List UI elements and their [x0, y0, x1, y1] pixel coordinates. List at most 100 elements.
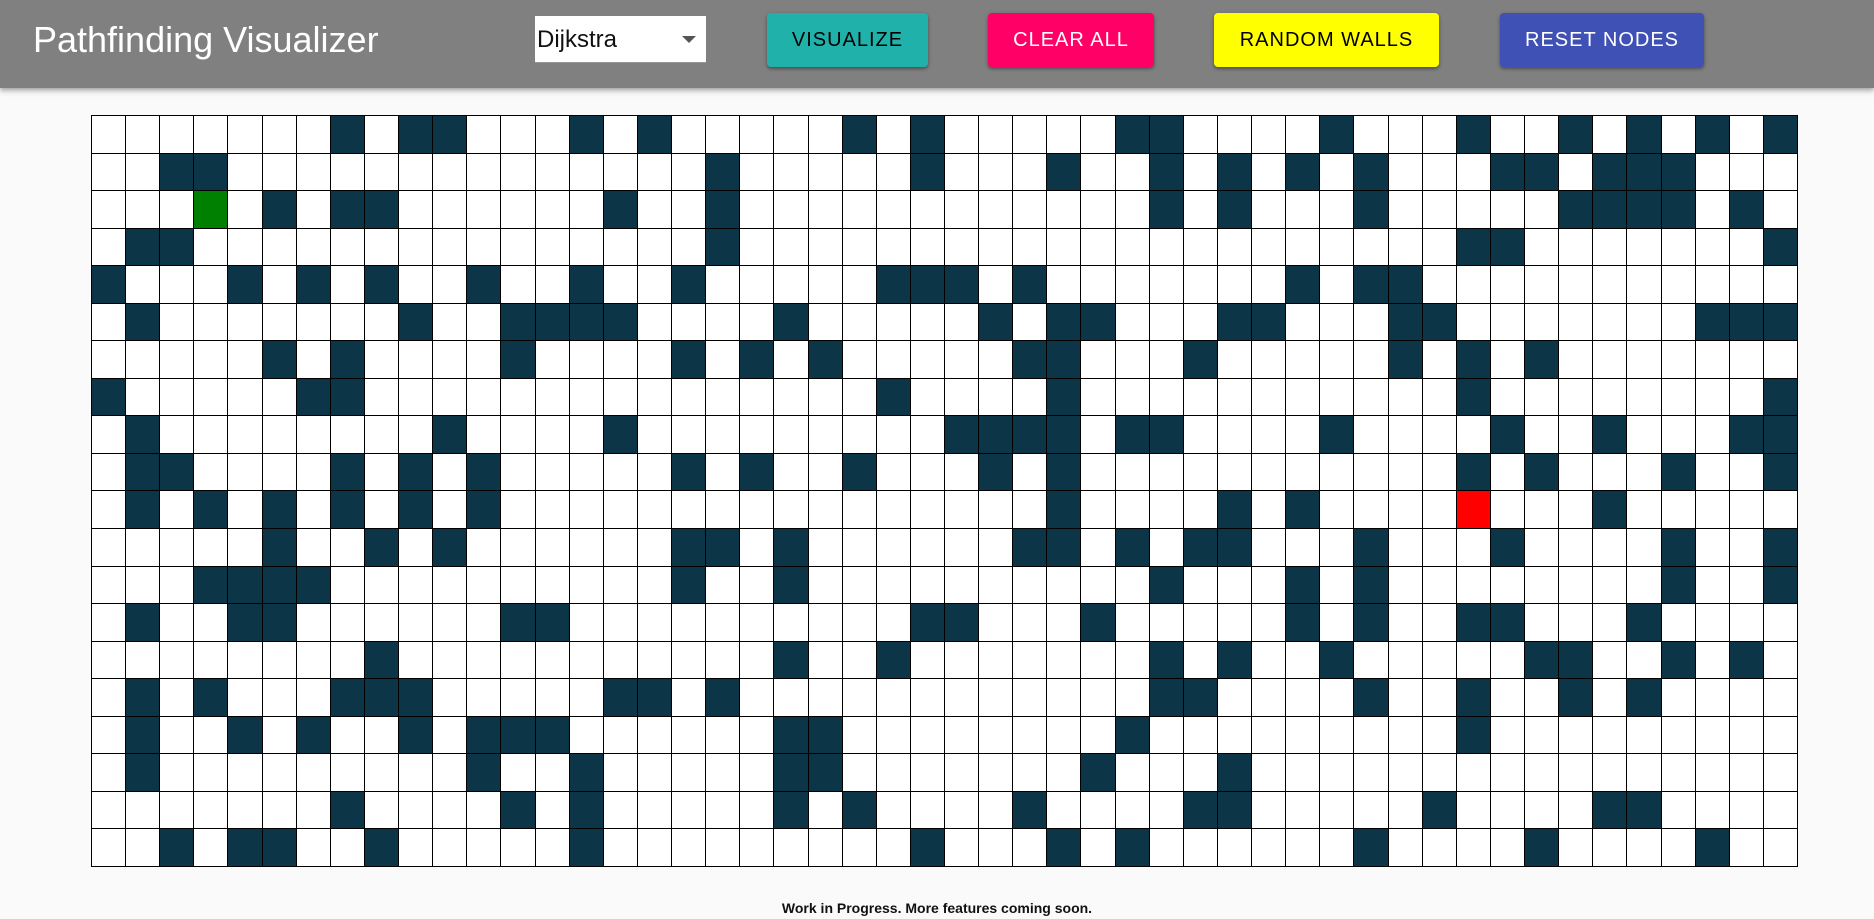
- grid-cell[interactable]: [433, 679, 467, 716]
- wall-cell[interactable]: [467, 716, 501, 754]
- grid-cell[interactable]: [126, 266, 160, 303]
- grid-cell[interactable]: [1252, 566, 1286, 604]
- wall-cell[interactable]: [1149, 566, 1183, 604]
- grid-cell[interactable]: [262, 679, 296, 716]
- grid-cell[interactable]: [1047, 191, 1081, 228]
- grid-cell[interactable]: [740, 228, 774, 266]
- grid-cell[interactable]: [1013, 491, 1047, 529]
- grid-cell[interactable]: [92, 453, 126, 491]
- grid-cell[interactable]: [672, 416, 706, 453]
- grid-cell[interactable]: [1047, 566, 1081, 604]
- grid-cell[interactable]: [944, 453, 979, 491]
- grid-cell[interactable]: [1388, 679, 1422, 716]
- wall-cell[interactable]: [126, 303, 160, 341]
- grid-cell[interactable]: [1456, 303, 1490, 341]
- wall-cell[interactable]: [1013, 341, 1047, 378]
- grid-cell[interactable]: [569, 604, 603, 641]
- grid-cell[interactable]: [228, 641, 262, 679]
- grid-cell[interactable]: [1115, 604, 1149, 641]
- grid-cell[interactable]: [1388, 116, 1422, 153]
- grid-cell[interactable]: [1661, 791, 1695, 829]
- wall-cell[interactable]: [603, 191, 637, 228]
- grid-cell[interactable]: [399, 529, 433, 566]
- grid-cell[interactable]: [1422, 754, 1456, 791]
- grid-cell[interactable]: [228, 191, 262, 228]
- grid-cell[interactable]: [808, 641, 842, 679]
- wall-cell[interactable]: [1627, 153, 1661, 191]
- grid-cell[interactable]: [194, 416, 228, 453]
- grid-cell[interactable]: [876, 829, 910, 866]
- wall-cell[interactable]: [399, 716, 433, 754]
- grid-cell[interactable]: [979, 153, 1013, 191]
- grid-cell[interactable]: [569, 416, 603, 453]
- grid-cell[interactable]: [1456, 791, 1490, 829]
- wall-cell[interactable]: [1593, 791, 1627, 829]
- grid-cell[interactable]: [467, 228, 501, 266]
- grid-cell[interactable]: [535, 228, 569, 266]
- grid-cell[interactable]: [944, 228, 979, 266]
- wall-cell[interactable]: [672, 341, 706, 378]
- wall-cell[interactable]: [706, 191, 740, 228]
- wall-cell[interactable]: [603, 416, 637, 453]
- grid-cell[interactable]: [603, 266, 637, 303]
- grid-cell[interactable]: [1525, 266, 1559, 303]
- grid-cell[interactable]: [979, 791, 1013, 829]
- grid-cell[interactable]: [842, 716, 876, 754]
- grid-cell[interactable]: [535, 679, 569, 716]
- wall-cell[interactable]: [1763, 378, 1797, 416]
- grid-cell[interactable]: [637, 604, 672, 641]
- wall-cell[interactable]: [1081, 754, 1115, 791]
- grid-cell[interactable]: [672, 116, 706, 153]
- grid-cell[interactable]: [1320, 453, 1354, 491]
- wall-cell[interactable]: [569, 266, 603, 303]
- grid-cell[interactable]: [1490, 754, 1525, 791]
- grid-cell[interactable]: [1183, 491, 1217, 529]
- wall-cell[interactable]: [126, 453, 160, 491]
- grid-cell[interactable]: [842, 529, 876, 566]
- grid-cell[interactable]: [228, 153, 262, 191]
- grid-cell[interactable]: [92, 416, 126, 453]
- wall-cell[interactable]: [1490, 529, 1525, 566]
- wall-cell[interactable]: [364, 641, 399, 679]
- grid-cell[interactable]: [296, 191, 330, 228]
- wall-cell[interactable]: [706, 228, 740, 266]
- grid-cell[interactable]: [1729, 566, 1763, 604]
- wall-cell[interactable]: [1388, 341, 1422, 378]
- grid-cell[interactable]: [1115, 453, 1149, 491]
- grid-cell[interactable]: [706, 754, 740, 791]
- grid-cell[interactable]: [1559, 754, 1593, 791]
- grid-cell[interactable]: [842, 378, 876, 416]
- wall-cell[interactable]: [1490, 416, 1525, 453]
- grid-cell[interactable]: [1661, 754, 1695, 791]
- wall-cell[interactable]: [1217, 754, 1252, 791]
- grid-cell[interactable]: [1763, 491, 1797, 529]
- grid-cell[interactable]: [399, 416, 433, 453]
- grid-cell[interactable]: [160, 529, 194, 566]
- wall-cell[interactable]: [1115, 416, 1149, 453]
- grid-cell[interactable]: [262, 716, 296, 754]
- wall-cell[interactable]: [910, 829, 944, 866]
- grid-cell[interactable]: [1525, 604, 1559, 641]
- grid-cell[interactable]: [330, 566, 364, 604]
- wall-cell[interactable]: [1456, 604, 1490, 641]
- grid-cell[interactable]: [603, 829, 637, 866]
- grid-cell[interactable]: [672, 378, 706, 416]
- grid-cell[interactable]: [262, 791, 296, 829]
- wall-cell[interactable]: [979, 453, 1013, 491]
- wall-cell[interactable]: [672, 266, 706, 303]
- wall-cell[interactable]: [672, 566, 706, 604]
- wall-cell[interactable]: [1456, 378, 1490, 416]
- grid-cell[interactable]: [1695, 341, 1729, 378]
- wall-cell[interactable]: [1661, 641, 1695, 679]
- grid-cell[interactable]: [876, 491, 910, 529]
- grid-cell[interactable]: [1013, 153, 1047, 191]
- wall-cell[interactable]: [330, 679, 364, 716]
- grid-cell[interactable]: [944, 529, 979, 566]
- grid-cell[interactable]: [1729, 829, 1763, 866]
- grid-cell[interactable]: [774, 116, 808, 153]
- grid-cell[interactable]: [672, 641, 706, 679]
- grid-cell[interactable]: [1183, 153, 1217, 191]
- grid-cell[interactable]: [1559, 791, 1593, 829]
- algorithm-select[interactable]: Dijkstra: [535, 16, 706, 63]
- grid-cell[interactable]: [1252, 716, 1286, 754]
